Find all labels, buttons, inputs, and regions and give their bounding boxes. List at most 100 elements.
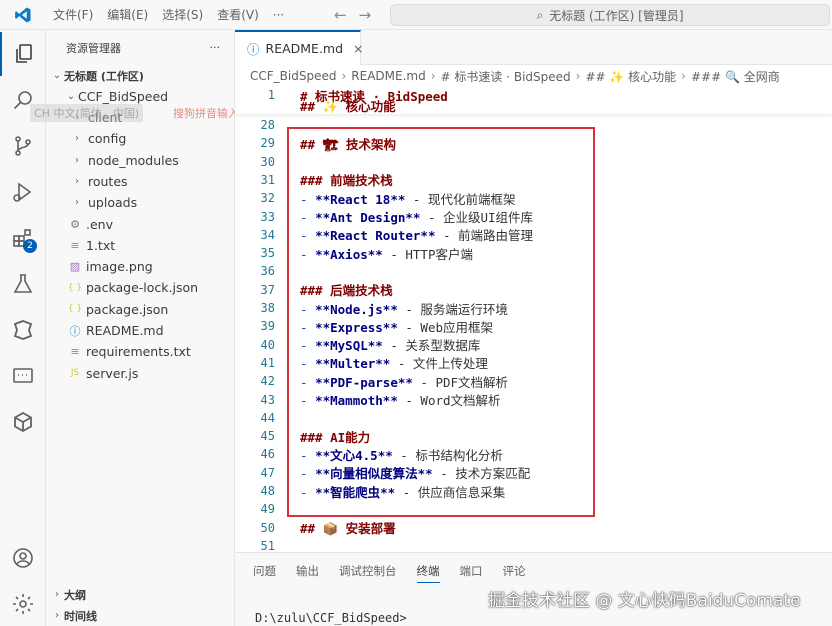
line-number: 46 — [260, 447, 275, 462]
file-tree-item[interactable]: › node_modules — [46, 150, 235, 171]
cube-plugin-icon[interactable] — [0, 400, 46, 444]
file-tree-item[interactable]: ≡ requirements.txt — [46, 341, 235, 362]
comate-plugin-icon[interactable] — [0, 308, 46, 352]
file-tree-item-label: README.md — [86, 323, 164, 338]
json-icon: { } — [67, 282, 83, 293]
extensions-badge: 2 — [23, 239, 37, 253]
remote-explorer-icon[interactable] — [0, 354, 46, 398]
breadcrumb-item[interactable]: ## ✨ 核心功能 — [585, 68, 676, 85]
code-line: 51 — [235, 537, 832, 552]
sticky-scroll-header: 1 # 标书速读 · BidSpeed ## ✨ 核心功能 — [235, 86, 832, 114]
file-tree-item[interactable]: › uploads — [46, 192, 235, 213]
panel-tab[interactable]: 端口 — [460, 563, 483, 583]
breadcrumb-item[interactable]: README.md — [351, 69, 425, 83]
explorer-icon[interactable] — [0, 32, 46, 76]
panel-tab[interactable]: 调试控制台 — [339, 563, 397, 583]
line-number: 34 — [260, 227, 275, 242]
file-tree-item-label: .env — [86, 216, 113, 232]
gear-icon: ⚙ — [70, 217, 80, 231]
menu-item[interactable]: 选择(S) — [155, 0, 210, 30]
ime-language-label: CH 中文(简体，中国) — [30, 104, 144, 122]
workspace-row[interactable]: ⌄ 无标题 (工作区) — [46, 65, 235, 86]
file-tree-item-label: image.png — [86, 259, 153, 275]
chevron-right-icon: › — [575, 69, 581, 83]
breadcrumb-item[interactable]: ### 🔍 全网商 — [691, 68, 780, 85]
file-tree-item[interactable]: { } package.json — [46, 299, 235, 320]
line-number: 45 — [260, 429, 275, 444]
close-icon[interactable]: × — [353, 41, 363, 56]
breadcrumb-item[interactable]: # 标书速读 · BidSpeed — [441, 68, 571, 85]
panel-tab[interactable]: 问题 — [253, 563, 276, 583]
file-tree-item[interactable]: { } package-lock.json — [46, 277, 235, 298]
run-debug-icon[interactable] — [0, 170, 46, 214]
settings-gear-icon[interactable] — [0, 582, 46, 626]
json-icon: { } — [67, 304, 83, 315]
file-tree-item[interactable]: ≡ 1.txt — [46, 235, 235, 256]
outline-label: 大纲 — [64, 588, 86, 602]
timeline-section[interactable]: › 时间线 — [46, 605, 235, 626]
text-file-icon: ≡ — [70, 238, 80, 252]
file-tree-item[interactable]: JS server.js — [46, 363, 235, 384]
menu-item[interactable]: 文件(F) — [46, 0, 100, 30]
chevron-right-icon: › — [75, 197, 79, 209]
line-number: 40 — [260, 337, 275, 352]
sticky-line[interactable]: ## ✨ 核心功能 — [235, 97, 832, 114]
panel-tab[interactable]: 评论 — [503, 563, 526, 583]
source-control-icon[interactable] — [0, 124, 46, 168]
line-number: 41 — [260, 355, 275, 370]
watermark-text: 掘金技术社区 @ 文心快码BaiduComate — [488, 591, 801, 611]
chevron-right-icon: › — [75, 154, 79, 166]
line-number: 38 — [260, 301, 275, 315]
account-icon[interactable] — [0, 536, 46, 580]
line-number: 49 — [260, 502, 275, 517]
line-number: 28 — [260, 118, 275, 132]
chevron-right-icon: › — [430, 69, 436, 83]
panel-tab[interactable]: 终端 — [416, 563, 440, 583]
file-tree-item[interactable]: ▨ image.png — [46, 256, 235, 277]
file-tree-item[interactable]: › config — [46, 128, 235, 149]
command-center[interactable]: ⌕ 无标题 (工作区) [管理员] — [390, 4, 830, 26]
line-number: 50 — [260, 520, 275, 535]
image-icon: ▨ — [69, 260, 81, 274]
file-tree-item[interactable]: › routes — [46, 171, 235, 192]
editor-tabs: ⓘ README.md × — [235, 30, 832, 65]
chevron-down-icon: ⌄ — [66, 91, 76, 102]
highlight-annotation-box — [287, 127, 595, 517]
line-number: 39 — [260, 319, 275, 334]
testing-flask-icon[interactable] — [0, 262, 46, 306]
chevron-right-icon: › — [681, 69, 686, 83]
code-line: 50 ## 📦 安装部署 — [235, 519, 832, 537]
menu-item[interactable]: ··· — [266, 0, 291, 30]
file-tree-item-label: config — [88, 131, 127, 147]
more-actions-icon[interactable]: ··· — [210, 41, 221, 54]
extensions-icon[interactable]: 2 — [0, 216, 46, 260]
file-tree-item-label: node_modules — [88, 152, 179, 168]
breadcrumb-item[interactable]: CCF_BidSpeed — [250, 69, 336, 83]
menu-item[interactable]: 编辑(E) — [100, 0, 155, 30]
code-token: ## 📦 安装部署 — [300, 521, 396, 537]
tab-readme-label: README.md — [265, 41, 344, 56]
chevron-right-icon: › — [75, 133, 79, 145]
sticky-text: ## ✨ 核心功能 — [300, 98, 396, 114]
back-arrow-icon[interactable]: ← — [334, 6, 347, 24]
panel-tabs: 问题 输出 调试控制台 终端 端口 评论 — [253, 563, 526, 583]
tab-readme[interactable]: ⓘ README.md × — [235, 30, 364, 65]
timeline-label: 时间线 — [64, 609, 97, 623]
line-number: 35 — [260, 246, 275, 261]
title-bar: 文件(F) 编辑(E) 选择(S) 查看(V) ··· ← → ⌕ 无标题 (工作区) … — [0, 0, 832, 30]
line-number: 42 — [260, 374, 275, 389]
menu-item[interactable]: 查看(V) — [210, 0, 266, 30]
terminal-prompt[interactable]: D:\zulu\CCF_BidSpeed> — [255, 611, 407, 625]
forward-arrow-icon[interactable]: → — [359, 6, 372, 24]
chevron-right-icon: › — [55, 589, 59, 600]
workspace-label: 无标题 (工作区) — [64, 69, 144, 83]
chevron-down-icon: ⌄ — [52, 70, 62, 81]
line-number: 30 — [260, 154, 275, 169]
file-tree-item-label: 1.txt — [86, 237, 116, 253]
file-tree-item[interactable]: ⚙ .env — [46, 214, 235, 235]
chevron-right-icon: › — [341, 69, 347, 83]
line-number: 31 — [260, 172, 275, 187]
panel-tab[interactable]: 输出 — [296, 563, 319, 583]
file-tree-item[interactable]: ⓘ README.md — [46, 320, 235, 341]
outline-section[interactable]: › 大纲 — [46, 584, 235, 605]
